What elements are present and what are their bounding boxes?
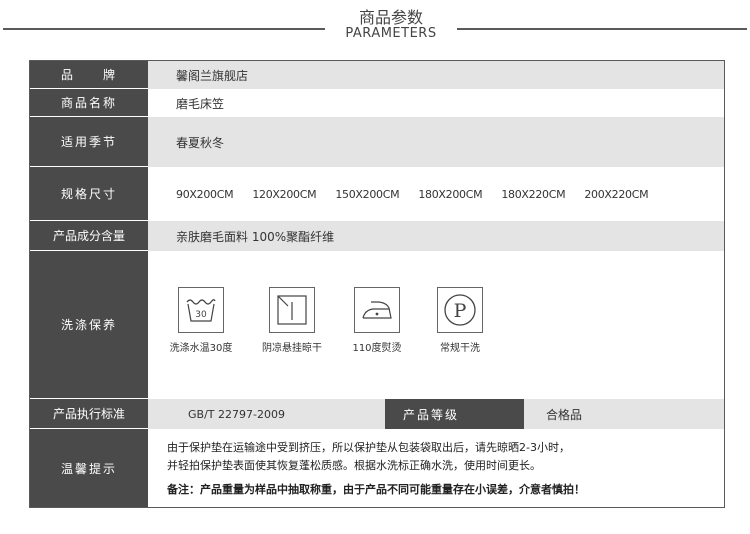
season-value: 春夏秋冬 — [148, 117, 724, 167]
row-material: 产品成分含量 亲肤磨毛面料 100%聚酯纤维 — [30, 221, 724, 251]
care-caption: 110度熨烫 — [352, 343, 402, 354]
care-item: P 常规干洗 — [420, 287, 500, 354]
tips-note: 备注：产品重量为样品中抽取称重，由于产品不同可能重量存在小误差，介意者慎拍！ — [167, 483, 585, 496]
care-caption: 阴凉悬挂晾干 — [262, 343, 322, 354]
row-product-name: 商品名称 磨毛床笠 — [30, 89, 724, 117]
size-option: 90X200CM — [176, 187, 234, 201]
header-divider-left — [3, 28, 325, 30]
wash-temp-text: 30 — [195, 310, 207, 320]
tips-line: 由于保护垫在运输途中受到挤压，所以保护垫从包装袋取出后，请先晾晒2-3小时， — [167, 441, 570, 454]
row-brand: 品 牌 馨阁兰旗舰店 — [30, 61, 724, 89]
header-divider-right — [457, 28, 747, 30]
care-label: 洗涤保养 — [30, 251, 148, 399]
size-option: 200X220CM — [584, 187, 649, 201]
iron-110-icon — [354, 287, 400, 333]
section-subtitle: PARAMETERS — [345, 26, 437, 41]
size-option: 150X200CM — [335, 187, 400, 201]
tips-label: 温馨提示 — [30, 429, 148, 507]
parameters-table: 品 牌 馨阁兰旗舰店 商品名称 磨毛床笠 适用季节 春夏秋冬 规格尺寸 90X2… — [29, 60, 725, 508]
row-size: 规格尺寸 90X200CM 120X200CM 150X200CM 180X20… — [30, 167, 724, 221]
care-item: 110度熨烫 — [337, 287, 417, 354]
standard-value: GB/T 22797-2009 — [148, 399, 385, 429]
care-icons: 30 洗涤水温30度 阴凉悬挂晾干 110度熨烫 P 常规干洗 — [148, 251, 724, 399]
drip-dry-shade-icon — [269, 287, 315, 333]
row-season: 适用季节 春夏秋冬 — [30, 117, 724, 167]
section-title: 商品参数 — [358, 8, 423, 27]
size-label: 规格尺寸 — [30, 167, 148, 221]
size-values: 90X200CM 120X200CM 150X200CM 180X200CM 1… — [148, 167, 724, 221]
size-option: 180X220CM — [501, 187, 566, 201]
wash-30-icon: 30 — [178, 287, 224, 333]
product-name-value: 磨毛床笠 — [148, 89, 724, 117]
tips-content: 由于保护垫在运输途中受到挤压，所以保护垫从包装袋取出后，请先晾晒2-3小时， 并… — [148, 429, 724, 507]
brand-label: 品 牌 — [30, 61, 148, 89]
care-item: 阴凉悬挂晾干 — [252, 287, 332, 354]
care-caption: 常规干洗 — [440, 343, 480, 354]
brand-value: 馨阁兰旗舰店 — [148, 61, 724, 89]
dry-clean-p-icon: P — [437, 287, 483, 333]
size-option: 180X200CM — [418, 187, 483, 201]
grade-label: 产品等级 — [385, 399, 524, 429]
material-value: 亲肤磨毛面料 100%聚酯纤维 — [148, 221, 724, 251]
section-header: 商品参数 PARAMETERS — [0, 0, 750, 48]
product-name-label: 商品名称 — [30, 89, 148, 117]
grade-value: 合格品 — [524, 399, 724, 429]
care-item: 30 洗涤水温30度 — [161, 287, 241, 354]
size-option: 120X200CM — [252, 187, 317, 201]
standard-label: 产品执行标准 — [30, 399, 148, 429]
tips-line: 并轻拍保护垫表面使其恢复蓬松质感。根据水洗标正确水洗，使用时间更长。 — [167, 459, 541, 472]
care-caption: 洗涤水温30度 — [169, 343, 233, 354]
row-tips: 温馨提示 由于保护垫在运输途中受到挤压，所以保护垫从包装袋取出后，请先晾晒2-3… — [30, 429, 724, 507]
season-label: 适用季节 — [30, 117, 148, 167]
row-care: 洗涤保养 30 洗涤水温30度 阴凉悬挂晾干 110度熨烫 P 常规干洗 — [30, 251, 724, 399]
dry-clean-symbol: P — [454, 300, 467, 322]
material-label: 产品成分含量 — [30, 221, 148, 251]
row-standard: 产品执行标准 GB/T 22797-2009 产品等级 合格品 — [30, 399, 724, 429]
